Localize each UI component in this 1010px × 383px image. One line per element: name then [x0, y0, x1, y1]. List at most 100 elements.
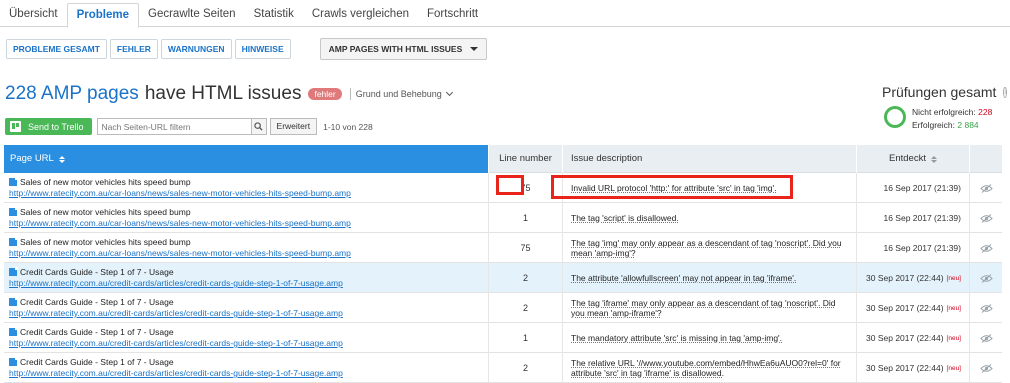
table-body: Sales of new motor vehicles hits speed b…	[4, 173, 1002, 383]
pagination-range: 1-10 von 228	[323, 121, 373, 132]
page-url-link[interactable]: http://www.ratecity.com.au/credit-cards/…	[9, 368, 488, 378]
tab-probleme[interactable]: Probleme	[66, 3, 139, 28]
issue-type-dropdown[interactable]: AMP PAGES WITH HTML ISSUES	[319, 38, 488, 60]
issue-type-dropdown-label: AMP PAGES WITH HTML ISSUES	[328, 44, 463, 54]
discovered-date: 16 Sep 2017 (21:39)	[883, 243, 961, 253]
search-button[interactable]	[251, 118, 267, 135]
issue-description[interactable]: The mandatory attribute 'src' is missing…	[571, 333, 782, 343]
issues-table: Page URL Line number Issue description E…	[4, 145, 1002, 383]
page-url-cell: Credit Cards Guide - Step 1 of 7 - Usage…	[4, 263, 489, 293]
page-url-cell: Credit Cards Guide - Step 1 of 7 - Usage…	[4, 293, 489, 323]
grund-und-behebung-toggle[interactable]: Grund und Behebung	[356, 88, 453, 99]
hide-issue-button[interactable]	[970, 203, 1002, 233]
filter-fehler-button[interactable]: FEHLER	[109, 39, 158, 59]
ok-count: 2 884	[957, 119, 979, 130]
col-issue-description[interactable]: Issue description	[563, 145, 857, 173]
issue-description[interactable]: The attribute 'allowfullscreen' may not …	[571, 273, 796, 283]
page-icon	[9, 296, 18, 306]
summary-title: Prüfungen gesamt	[882, 84, 997, 100]
search-icon	[254, 122, 263, 131]
hide-issue-button[interactable]	[970, 263, 1002, 293]
url-filter-input[interactable]	[96, 118, 252, 135]
table-row: Credit Cards Guide - Step 1 of 7 - Usage…	[4, 353, 1002, 383]
hide-issue-button[interactable]	[970, 323, 1002, 353]
issue-cell: The tag 'script' is disallowed.	[563, 203, 857, 233]
filter-bar: PROBLEME GESAMT FEHLER WARNUNGEN HINWEIS…	[6, 38, 488, 60]
discovered-date: 30 Sep 2017 (22:44)	[866, 303, 944, 313]
page-url-cell: Credit Cards Guide - Step 1 of 7 - Usage…	[4, 353, 489, 383]
table-row: Credit Cards Guide - Step 1 of 7 - Usage…	[4, 293, 1002, 323]
page-title-text: Sales of new motor vehicles hits speed b…	[20, 236, 191, 247]
discovered-date: 30 Sep 2017 (22:44)	[866, 273, 944, 283]
send-to-trello-button[interactable]: Send to Trello	[5, 118, 92, 135]
progress-ring	[884, 106, 906, 128]
tab-fortschritt[interactable]: Fortschritt	[418, 3, 487, 27]
hide-issue-button[interactable]	[970, 173, 1002, 203]
table-row: Credit Cards Guide - Step 1 of 7 - Usage…	[4, 263, 1002, 293]
issue-cell: The tag 'img' may only appear as a desce…	[563, 233, 857, 263]
highlight-box	[496, 175, 524, 195]
tab-gecrawlte-seiten[interactable]: Gecrawlte Seiten	[139, 3, 245, 27]
highlight-box	[551, 175, 793, 199]
tab-statistik[interactable]: Statistik	[245, 3, 303, 27]
tab-crawls-vergleichen[interactable]: Crawls vergleichen	[303, 3, 418, 27]
col-page-url-label: Page URL	[10, 153, 54, 164]
sort-icon	[58, 155, 65, 163]
date-cell: 16 Sep 2017 (21:39)	[857, 203, 970, 233]
new-badge: [neu]	[946, 275, 961, 282]
line-number: 1	[522, 213, 528, 223]
page-url-cell: Sales of new motor vehicles hits speed b…	[4, 203, 489, 233]
issue-description[interactable]: The relative URL '//www.youtube.com/embe…	[571, 358, 848, 378]
col-actions	[970, 145, 1002, 173]
issue-cell: The relative URL '//www.youtube.com/embe…	[563, 353, 857, 383]
info-icon[interactable]: i	[1003, 86, 1007, 98]
hide-eye-icon	[979, 333, 993, 343]
page-url-link[interactable]: http://www.ratecity.com.au/credit-cards/…	[9, 338, 488, 348]
line-number: 75	[520, 243, 531, 253]
issue-cell: The attribute 'allowfullscreen' may not …	[563, 263, 857, 293]
table-header: Page URL Line number Issue description E…	[4, 145, 1002, 173]
hide-eye-icon	[979, 213, 993, 223]
ok-label: Erfolgreich:	[912, 119, 955, 130]
hide-issue-button[interactable]	[970, 293, 1002, 323]
page-url-link[interactable]: http://www.ratecity.com.au/car-loans/new…	[9, 188, 488, 198]
line-number-cell: 75	[489, 233, 563, 263]
date-cell: 16 Sep 2017 (21:39)	[857, 233, 970, 263]
issue-cell: The tag 'iframe' may only appear as a de…	[563, 293, 857, 323]
page-title-text: Credit Cards Guide - Step 1 of 7 - Usage	[20, 326, 174, 337]
page-url-link[interactable]: http://www.ratecity.com.au/credit-cards/…	[9, 308, 488, 318]
trello-icon	[10, 121, 21, 132]
sort-icon	[930, 155, 937, 163]
issue-description[interactable]: The tag 'script' is disallowed.	[571, 213, 679, 223]
filter-hinweise-button[interactable]: HINWEISE	[234, 39, 291, 59]
issue-description[interactable]: The tag 'img' may only appear as a desce…	[571, 238, 848, 258]
page-url-cell: Credit Cards Guide - Step 1 of 7 - Usage…	[4, 323, 489, 353]
hide-issue-button[interactable]	[970, 233, 1002, 263]
col-entdeckt[interactable]: Entdeckt	[857, 145, 970, 173]
hide-issue-button[interactable]	[970, 353, 1002, 383]
page-url-link[interactable]: http://www.ratecity.com.au/car-loans/new…	[9, 248, 488, 258]
line-number-cell: 2	[489, 263, 563, 293]
hide-eye-icon	[979, 363, 993, 373]
page-icon	[9, 206, 18, 216]
line-number-cell: 2	[489, 293, 563, 323]
page-icon	[9, 266, 18, 276]
page-url-link[interactable]: http://www.ratecity.com.au/credit-cards/…	[9, 278, 488, 288]
table-toolbar: Send to Trello Erweitert 1-10 von 228	[5, 118, 373, 135]
new-badge: [neu]	[946, 335, 961, 342]
col-line-number[interactable]: Line number	[489, 145, 563, 173]
line-number-cell: 1	[489, 203, 563, 233]
tab-uebersicht[interactable]: Übersicht	[0, 3, 67, 27]
line-number-cell: 1	[489, 323, 563, 353]
issue-description[interactable]: The tag 'iframe' may only appear as a de…	[571, 298, 848, 318]
discovered-date: 16 Sep 2017 (21:39)	[883, 213, 961, 223]
col-page-url[interactable]: Page URL	[4, 145, 489, 173]
erweitert-button[interactable]: Erweitert	[269, 118, 318, 135]
filter-warnungen-button[interactable]: WARNUNGEN	[160, 39, 232, 59]
date-cell: 30 Sep 2017 (22:44) [neu]	[857, 323, 970, 353]
table-row: Sales of new motor vehicles hits speed b…	[4, 203, 1002, 233]
filter-probleme-gesamt-button[interactable]: PROBLEME GESAMT	[6, 39, 107, 59]
page-url-link[interactable]: http://www.ratecity.com.au/car-loans/new…	[9, 218, 488, 228]
page-title-text: Credit Cards Guide - Step 1 of 7 - Usage	[20, 296, 174, 307]
hide-eye-icon	[979, 243, 993, 253]
